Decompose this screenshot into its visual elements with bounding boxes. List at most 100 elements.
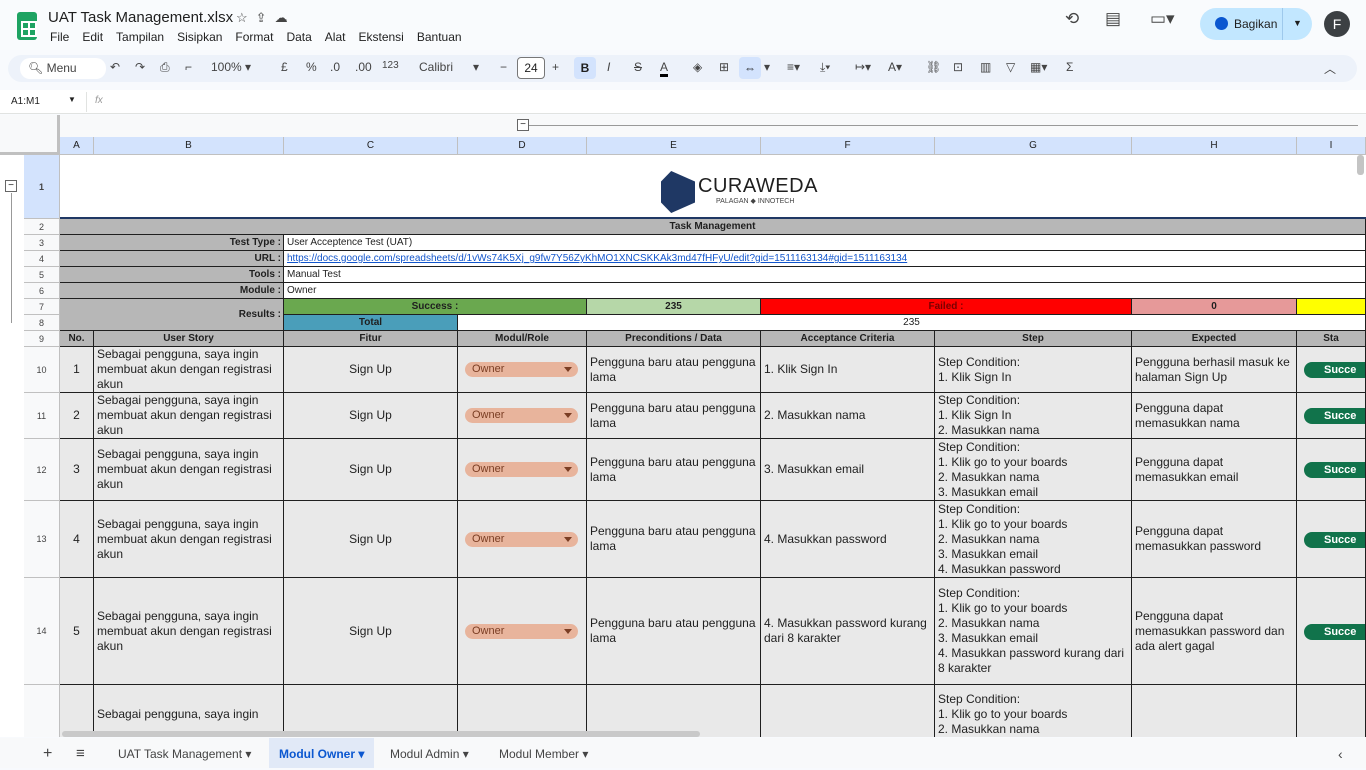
cell-status[interactable]: Succe xyxy=(1297,578,1366,685)
role-dropdown[interactable]: Owner xyxy=(465,362,578,377)
column-header-g[interactable]: G xyxy=(935,137,1132,155)
currency-button[interactable]: £ xyxy=(281,60,288,74)
column-header-a[interactable]: A xyxy=(60,137,94,155)
cell-role[interactable] xyxy=(458,685,587,737)
cell-fitur[interactable]: Sign Up xyxy=(284,439,458,501)
star-icon[interactable]: ☆ xyxy=(236,10,248,26)
cell-step[interactable]: Step Condition: 1. Klik go to your board… xyxy=(935,578,1132,685)
vertical-align-icon[interactable]: ⤓▾ xyxy=(820,60,830,75)
role-dropdown[interactable]: Owner xyxy=(465,408,578,423)
table-icon[interactable]: ▦▾ xyxy=(1030,60,1047,74)
cell-fitur[interactable]: Sign Up xyxy=(284,393,458,439)
cell-role[interactable]: Owner xyxy=(458,393,587,439)
role-dropdown[interactable]: Owner xyxy=(465,623,578,639)
cell-step[interactable]: Step Condition: 1. Klik go to your board… xyxy=(935,439,1132,501)
table-header-1[interactable]: User Story xyxy=(94,331,284,347)
status-chip[interactable]: Succe xyxy=(1304,531,1365,548)
functions-button[interactable]: Σ xyxy=(1066,60,1073,74)
share-button[interactable]: Bagikan ▼ xyxy=(1200,8,1312,40)
collapse-toolbar-icon[interactable]: ︿ xyxy=(1324,60,1336,77)
menu-edit[interactable]: Edit xyxy=(82,30,103,44)
formula-input[interactable] xyxy=(115,93,1355,111)
row-header-3[interactable]: 3 xyxy=(24,235,60,251)
table-header-8[interactable]: Sta xyxy=(1297,331,1366,347)
document-title[interactable]: UAT Task Management.xlsx xyxy=(48,9,233,26)
column-header-f[interactable]: F xyxy=(761,137,935,155)
redo-icon[interactable]: ↷ xyxy=(135,60,145,74)
table-header-5[interactable]: Acceptance Criteria xyxy=(761,331,935,347)
cell-role[interactable]: Owner xyxy=(458,347,587,393)
cell-pre[interactable]: Pengguna baru atau pengguna lama xyxy=(587,501,761,578)
url-link[interactable]: https://docs.google.com/spreadsheets/d/1… xyxy=(287,253,907,264)
strikethrough-button[interactable]: S xyxy=(634,60,642,74)
avatar[interactable]: F xyxy=(1324,11,1350,37)
cell-step[interactable]: Step Condition: 1. Klik Sign In xyxy=(935,347,1132,393)
meet-icon[interactable]: ▭▾ xyxy=(1150,9,1175,29)
url-value[interactable]: https://docs.google.com/spreadsheets/d/1… xyxy=(284,251,1366,267)
cell-no[interactable]: 3 xyxy=(60,439,94,501)
font-size-increase[interactable]: + xyxy=(552,60,559,74)
cell-fitur[interactable] xyxy=(284,685,458,737)
cell-status[interactable]: Succe xyxy=(1297,501,1366,578)
menu-view[interactable]: Tampilan xyxy=(116,30,164,44)
insert-comment-icon[interactable]: ⊡ xyxy=(953,60,963,74)
row-header-6[interactable]: 6 xyxy=(24,283,60,299)
cell-fitur[interactable]: Sign Up xyxy=(284,578,458,685)
column-header-e[interactable]: E xyxy=(587,137,761,155)
cell-expected[interactable]: Pengguna dapat memasukkan password dan a… xyxy=(1132,578,1297,685)
cell-criteria[interactable]: 3. Masukkan email xyxy=(761,439,935,501)
cell-step[interactable]: Step Condition: 1. Klik go to your board… xyxy=(935,501,1132,578)
menu-insert[interactable]: Sisipkan xyxy=(177,30,222,44)
filter-icon[interactable]: ▽ xyxy=(1006,60,1015,74)
cell-no[interactable] xyxy=(60,685,94,737)
horizontal-scrollbar[interactable] xyxy=(62,731,700,737)
cell-step[interactable]: Step Condition: 1. Klik Sign In 2. Masuk… xyxy=(935,393,1132,439)
vertical-scrollbar[interactable] xyxy=(1357,155,1364,175)
cell-step[interactable]: Step Condition: 1. Klik go to your board… xyxy=(935,685,1132,737)
status-chip[interactable]: Succe xyxy=(1304,362,1365,378)
cell-role[interactable]: Owner xyxy=(458,439,587,501)
all-sheets-icon[interactable]: ≡ xyxy=(76,738,85,768)
print-icon[interactable]: ⎙ xyxy=(160,60,170,75)
menu-search[interactable]: 🔍︎ Menu xyxy=(20,58,106,79)
table-header-2[interactable]: Fitur xyxy=(284,331,458,347)
cloud-status-icon[interactable]: ☁ xyxy=(275,10,288,26)
cell-no[interactable]: 2 xyxy=(60,393,94,439)
cell-story[interactable]: Sebagai pengguna, saya ingin membuat aku… xyxy=(94,578,284,685)
cell-criteria[interactable]: 4. Masukkan password xyxy=(761,501,935,578)
cell-expected[interactable]: Pengguna dapat memasukkan email xyxy=(1132,439,1297,501)
column-header-b[interactable]: B xyxy=(94,137,284,155)
cell-criteria[interactable] xyxy=(761,685,935,737)
row-header[interactable]: 11 xyxy=(24,393,60,439)
font-select[interactable]: Calibri ▾ xyxy=(419,60,479,74)
row-header-8[interactable]: 8 xyxy=(24,315,60,331)
share-dropdown-icon[interactable]: ▼ xyxy=(1293,18,1302,28)
scroll-tabs-left-icon[interactable]: ‹ xyxy=(1338,738,1343,768)
cell-no[interactable]: 1 xyxy=(60,347,94,393)
cell-story[interactable]: Sebagai pengguna, saya ingin membuat aku… xyxy=(94,347,284,393)
name-box-dropdown-icon[interactable]: ▼ xyxy=(68,95,76,104)
cell-role[interactable]: Owner xyxy=(458,501,587,578)
row-header[interactable]: 14 xyxy=(24,578,60,685)
font-size-decrease[interactable]: − xyxy=(500,60,507,74)
cell-criteria[interactable]: 4. Masukkan password kurang dari 8 karak… xyxy=(761,578,935,685)
table-header-4[interactable]: Preconditions / Data xyxy=(587,331,761,347)
menu-extensions[interactable]: Ekstensi xyxy=(358,30,403,44)
row-header[interactable]: 10 xyxy=(24,347,60,393)
tab-uat-task-management[interactable]: UAT Task Management ▾ xyxy=(108,738,261,768)
undo-icon[interactable]: ↶ xyxy=(110,60,120,74)
row-header-7[interactable]: 7 xyxy=(24,299,60,315)
cell-expected[interactable] xyxy=(1132,685,1297,737)
row-group-collapse-icon[interactable]: − xyxy=(5,180,17,192)
row-header-1[interactable]: 1 xyxy=(24,155,60,219)
table-header-6[interactable]: Step xyxy=(935,331,1132,347)
italic-button[interactable]: I xyxy=(607,60,610,74)
table-header-0[interactable]: No. xyxy=(60,331,94,347)
cell-pre[interactable]: Pengguna baru atau pengguna lama xyxy=(587,347,761,393)
tab-modul-member[interactable]: Modul Member ▾ xyxy=(489,738,598,768)
row-header[interactable]: 12 xyxy=(24,439,60,501)
row-header[interactable] xyxy=(24,685,60,737)
cell-no[interactable]: 5 xyxy=(60,578,94,685)
collapse-group-icon[interactable]: − xyxy=(517,119,529,131)
cell-fitur[interactable]: Sign Up xyxy=(284,347,458,393)
